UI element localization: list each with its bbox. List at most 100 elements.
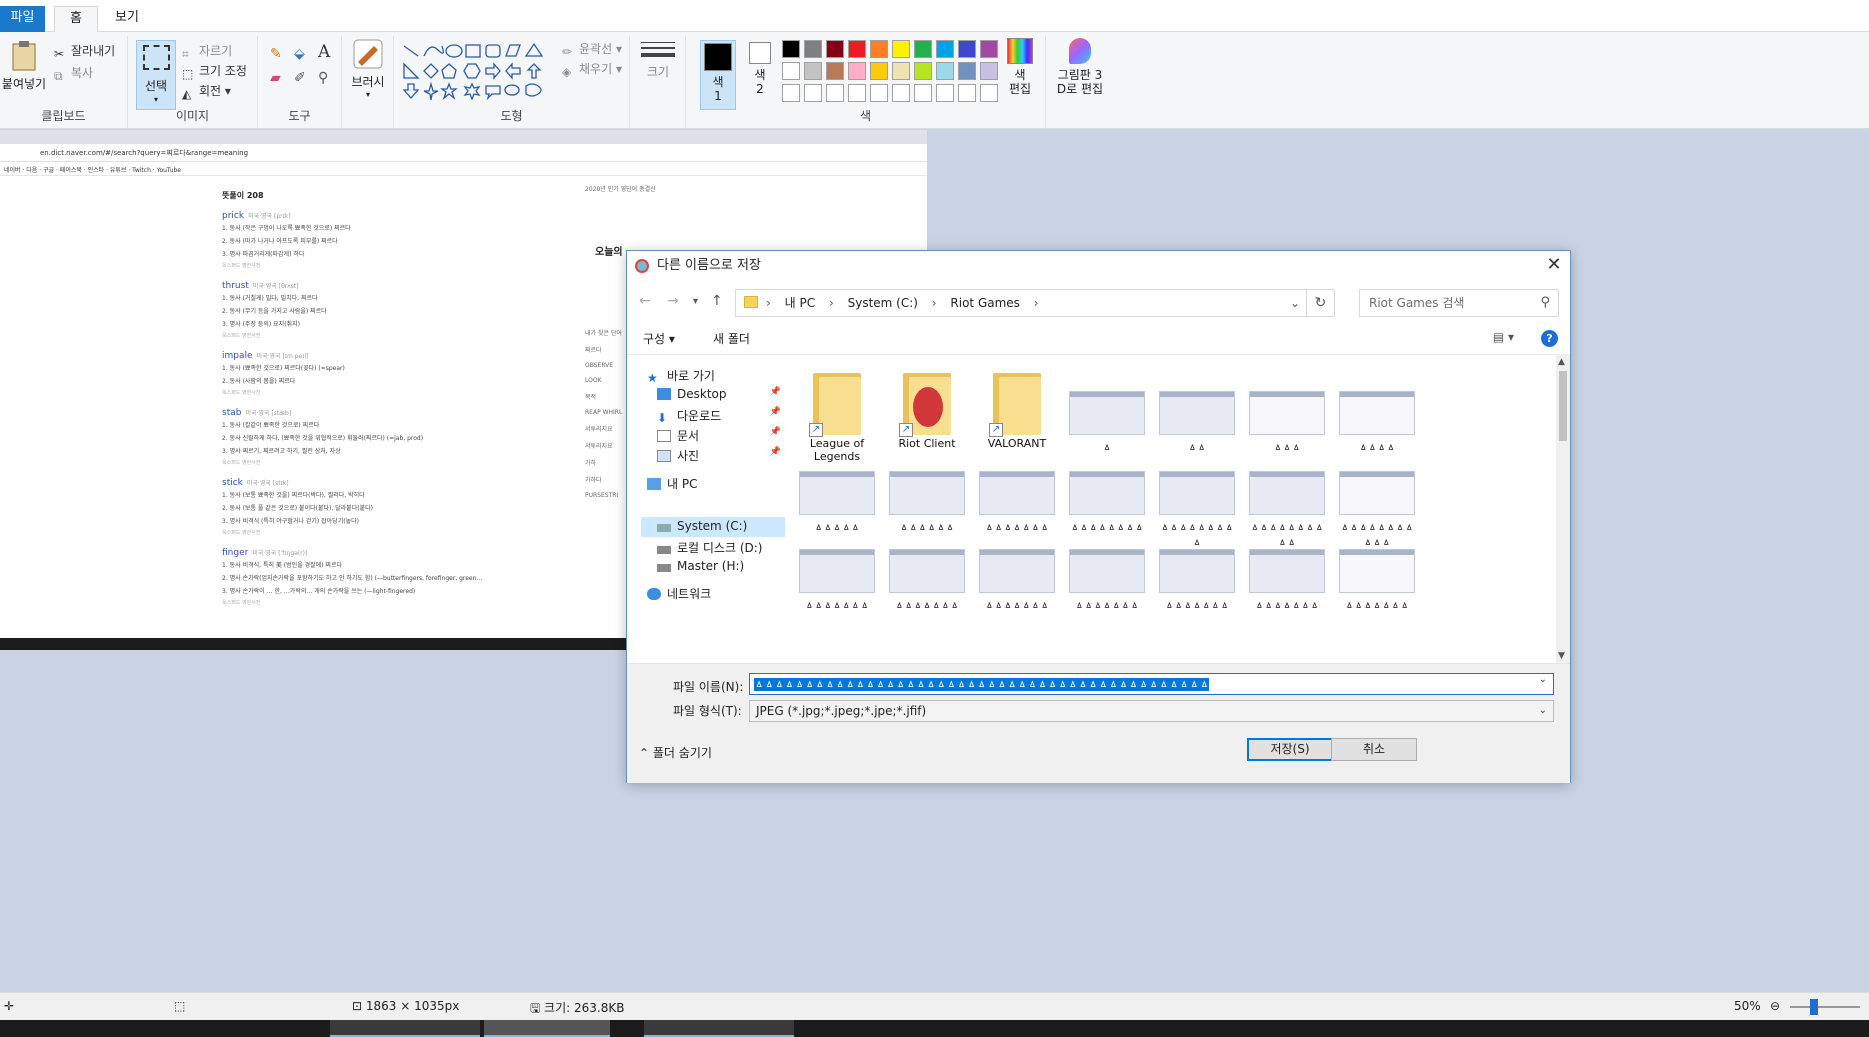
palette-swatch[interactable] (936, 40, 954, 58)
recent-chevron-icon[interactable]: ▾ (693, 296, 698, 307)
palette-swatch-empty[interactable] (914, 84, 932, 102)
scroll-up-icon[interactable]: ▲ (1558, 357, 1565, 367)
new-folder-button[interactable]: 새 폴더 (713, 330, 750, 347)
select-button[interactable]: 선택 ▾ (136, 40, 176, 110)
image-file-item[interactable]: ㅿㅿㅿㅿㅿㅿㅿㅿㅿ (1157, 471, 1237, 549)
palette-swatch[interactable] (826, 40, 844, 58)
image-file-item[interactable]: ㅿㅿㅿㅿㅿㅿㅿ (1337, 549, 1417, 612)
nav-local-d[interactable]: 로컬 디스크 (D:) (657, 539, 762, 556)
nav-system-c[interactable]: System (C:) (657, 519, 747, 533)
palette-swatch[interactable] (870, 40, 888, 58)
folder-item[interactable]: ↗ League of Legends (797, 367, 877, 463)
pencil-icon[interactable]: ✎ (270, 46, 282, 62)
image-file-item[interactable]: ㅿㅿㅿㅿㅿㅿㅿ (1157, 549, 1237, 612)
palette-swatch-empty[interactable] (782, 84, 800, 102)
palette-swatch[interactable] (782, 40, 800, 58)
palette-swatch[interactable] (848, 62, 866, 80)
palette-swatch-empty[interactable] (936, 84, 954, 102)
image-file-item[interactable]: ㅿㅿㅿㅿㅿㅿㅿㅿ (1067, 471, 1147, 534)
copy-button[interactable]: ⧉ 복사 (54, 64, 93, 83)
file-type-select[interactable]: JPEG (*.jpg;*.jpeg;*.jpe;*.jfif) ⌄ (749, 700, 1554, 722)
taskbar-app[interactable] (644, 1020, 794, 1037)
palette-swatch[interactable] (848, 40, 866, 58)
palette-swatch[interactable] (914, 40, 932, 58)
close-button[interactable]: ✕ (1538, 251, 1570, 281)
refresh-button[interactable]: ↻ (1307, 289, 1335, 317)
image-file-item[interactable]: ㅿㅿㅿㅿㅿㅿ (887, 471, 967, 534)
view-options-icon[interactable]: ▤ ▾ (1493, 330, 1514, 344)
palette-swatch-empty[interactable] (826, 84, 844, 102)
eraser-icon[interactable]: ▰ (270, 70, 281, 86)
fill-icon[interactable]: ⬙ (294, 46, 305, 62)
image-file-item[interactable]: ㅿㅿㅿ (1247, 391, 1327, 454)
palette-swatch-empty[interactable] (892, 84, 910, 102)
palette-swatch[interactable] (958, 62, 976, 80)
palette-swatch[interactable] (826, 62, 844, 80)
image-file-item[interactable]: ㅿㅿㅿㅿㅿㅿㅿ (1067, 549, 1147, 612)
search-input[interactable]: Riot Games 검색 ⚲ (1359, 289, 1559, 317)
save-button[interactable]: 저장(S) (1247, 738, 1333, 761)
vertical-scrollbar[interactable]: ▲ ▼ (1556, 355, 1570, 663)
palette-swatch[interactable] (914, 62, 932, 80)
nav-master-h[interactable]: Master (H:) (657, 559, 744, 573)
edit-colors-button[interactable]: 색 편집 (1000, 38, 1040, 108)
chevron-down-icon[interactable]: ⌄ (1539, 674, 1547, 685)
paint3d-button[interactable]: 그림판 3 D로 편집 (1048, 38, 1112, 108)
image-file-item[interactable]: ㅿㅿㅿㅿㅿㅿㅿ (977, 549, 1057, 612)
address-bar[interactable]: › 내 PC › System (C:) › Riot Games › ⌄ (735, 289, 1307, 317)
folder-item[interactable]: ↗ VALORANT (977, 367, 1057, 450)
taskbar-app-active[interactable] (484, 1020, 610, 1037)
palette-swatch[interactable] (980, 62, 998, 80)
image-file-item[interactable]: ㅿㅿㅿㅿㅿㅿㅿ (977, 471, 1057, 534)
outline-button[interactable]: ✏ 윤곽선 ▾ (562, 40, 622, 59)
folder-item[interactable]: ↗ Riot Client (887, 367, 967, 450)
palette-swatch[interactable] (804, 62, 822, 80)
breadcrumb-this-pc[interactable]: 내 PC (785, 296, 815, 310)
tab-home[interactable]: 홈 (54, 6, 98, 32)
palette-swatch[interactable] (782, 62, 800, 80)
palette-swatch-empty[interactable] (870, 84, 888, 102)
paste-button[interactable]: 붙여넣기 (0, 36, 48, 98)
zoom-slider-thumb[interactable] (1810, 999, 1818, 1015)
palette-swatch[interactable] (936, 62, 954, 80)
size-button[interactable]: 크기 (638, 38, 678, 106)
nav-pictures[interactable]: 사진 📌 (657, 447, 785, 464)
zoom-slider[interactable] (1790, 999, 1860, 1015)
nav-quick-access[interactable]: ★ 바로 가기 (647, 367, 715, 385)
tab-view[interactable]: 보기 (102, 6, 152, 32)
back-arrow-icon[interactable]: ← (639, 293, 651, 309)
nav-this-pc[interactable]: 내 PC (647, 475, 697, 492)
image-file-item[interactable]: ㅿㅿㅿㅿㅿㅿㅿ (1247, 549, 1327, 612)
palette-swatch-empty[interactable] (958, 84, 976, 102)
canvas-area[interactable]: en.dict.naver.com/#/search?query=찌르다&ran… (0, 130, 1869, 992)
image-file-item[interactable]: ㅿㅿㅿㅿㅿㅿㅿㅿㅿㅿ (1247, 471, 1327, 549)
hide-folders-button[interactable]: ⌃ 폴더 숨기기 (639, 744, 712, 761)
magnifier-icon[interactable]: ⚲ (318, 70, 328, 86)
shapes-gallery[interactable] (402, 42, 552, 102)
cut-button[interactable]: ✂ 잘라내기 (54, 42, 115, 61)
breadcrumb-riot-games[interactable]: Riot Games (950, 296, 1020, 310)
image-file-item[interactable]: ㅿㅿㅿㅿㅿㅿㅿ (797, 549, 877, 612)
organize-button[interactable]: 구성 ▾ (643, 330, 675, 347)
image-file-item[interactable]: ㅿ (1067, 391, 1147, 454)
palette-swatch-empty[interactable] (804, 84, 822, 102)
brushes-button[interactable]: 브러시 ▾ (346, 36, 390, 106)
zoom-out-icon[interactable]: ⊖ (1770, 999, 1780, 1013)
palette-swatch-empty[interactable] (848, 84, 866, 102)
nav-downloads[interactable]: ⬇ 다운로드 📌 (657, 407, 785, 425)
text-tool-icon[interactable]: A (318, 42, 330, 62)
resize-button[interactable]: ⬚ 크기 조정 (182, 62, 247, 81)
palette-swatch[interactable] (870, 62, 888, 80)
nav-desktop[interactable]: Desktop 📌 (657, 387, 785, 401)
palette-swatch[interactable] (804, 40, 822, 58)
chevron-down-icon[interactable]: ⌄ (1290, 290, 1300, 316)
file-name-input[interactable]: ㅿㅿㅿㅿㅿㅿㅿㅿㅿㅿㅿㅿㅿㅿㅿㅿㅿㅿㅿㅿㅿㅿㅿㅿㅿㅿㅿㅿㅿㅿㅿㅿㅿㅿㅿㅿㅿㅿㅿㅿ… (749, 673, 1554, 695)
color2-button[interactable]: 색 2 (742, 40, 778, 110)
crop-button[interactable]: ⌗ 자르기 (182, 42, 232, 61)
nav-network[interactable]: 네트워크 (647, 585, 711, 602)
palette-swatch[interactable] (980, 40, 998, 58)
scroll-thumb[interactable] (1559, 371, 1567, 441)
palette-swatch[interactable] (958, 40, 976, 58)
tab-file[interactable]: 파일 (0, 6, 45, 32)
forward-arrow-icon[interactable]: → (667, 293, 679, 309)
